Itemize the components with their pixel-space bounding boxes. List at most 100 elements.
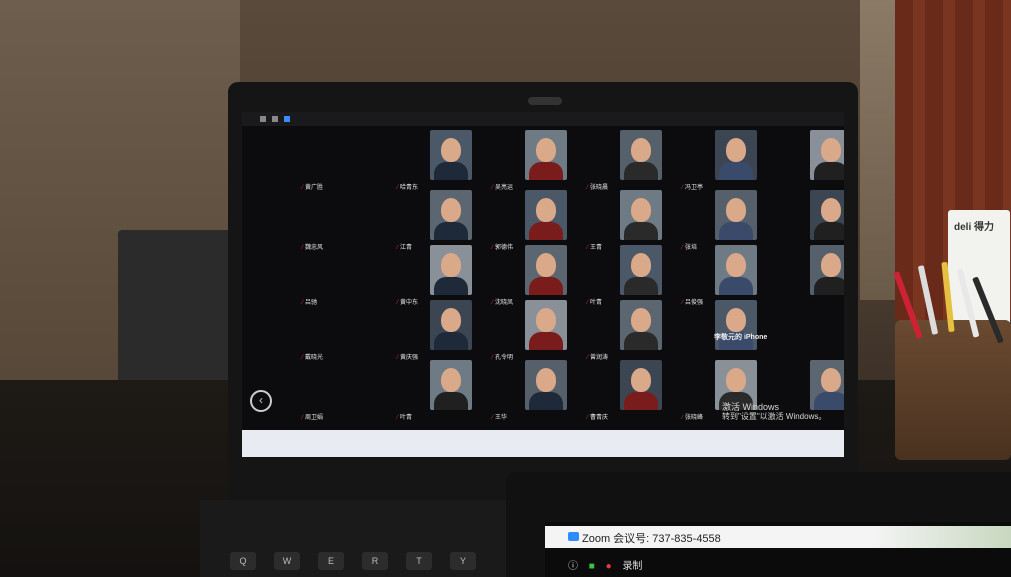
participant-video[interactable] (430, 190, 472, 240)
participant-video[interactable] (525, 130, 567, 180)
participant-body (624, 162, 658, 180)
view-icon[interactable] (272, 116, 278, 122)
mic-muted-icon: ⁄ (682, 415, 684, 421)
record-label[interactable]: 录制 (622, 561, 642, 572)
keyboard-key[interactable]: E (318, 552, 344, 570)
participant-name-text: 周卫娟 (305, 415, 324, 421)
mic-muted-icon: ⁄ (682, 185, 684, 191)
keyboard-key[interactable]: R (362, 552, 388, 570)
view-icon[interactable] (260, 116, 266, 122)
participant-name: ⁄ 曾润涛 (587, 352, 608, 361)
mic-muted-icon: ⁄ (492, 415, 494, 421)
webcam (528, 97, 562, 105)
printer (118, 230, 238, 390)
participant-name-text: 吴亮运 (495, 185, 514, 191)
participant-face (441, 198, 461, 222)
participant-name: ⁄ 吕驰 (302, 297, 317, 306)
mic-muted-icon: ⁄ (397, 300, 399, 306)
participant-name: ⁄ 周卫娟 (302, 412, 323, 421)
zoom-gallery-topbar (242, 112, 844, 126)
participant-face (631, 308, 651, 332)
participant-name: ⁄ 江青 (397, 242, 412, 251)
participant-video[interactable] (430, 245, 472, 295)
participant-name: ⁄ 张培 (682, 242, 697, 251)
mic-muted-icon: ⁄ (492, 245, 494, 251)
participant-name: ⁄ 戴晓光 (302, 352, 323, 361)
participant-video[interactable] (620, 360, 662, 410)
keyboard-key[interactable]: T (406, 552, 432, 570)
keyboard-key[interactable]: Y (450, 552, 476, 570)
participant-body (434, 392, 468, 410)
record-icon[interactable]: ● (606, 561, 612, 572)
mic-muted-icon: ⁄ (302, 415, 304, 421)
participant-name-text: 吕俊强 (685, 300, 704, 306)
laptop-keyboard: QWERTY (200, 500, 520, 577)
keyboard-key[interactable]: Q (230, 552, 256, 570)
participant-face (441, 308, 461, 332)
participant-face (536, 138, 556, 162)
mic-muted-icon: ⁄ (397, 245, 399, 251)
participant-name-text: 曹青庆 (590, 415, 609, 421)
participant-video[interactable] (430, 300, 472, 350)
participant-video[interactable] (525, 245, 567, 295)
iphone-participant-label: 李敬元的 iPhone (714, 334, 768, 341)
participant-video[interactable] (715, 245, 757, 295)
participant-video[interactable] (525, 360, 567, 410)
participant-face (441, 138, 461, 162)
windows-taskbar (242, 430, 844, 457)
deli-logo: deli 得力 (954, 222, 995, 233)
participant-face (441, 253, 461, 277)
participant-video[interactable] (715, 130, 757, 180)
participant-video[interactable] (620, 190, 662, 240)
participant-video[interactable] (810, 190, 844, 240)
participant-name: ⁄ 郭德伟 (492, 242, 513, 251)
participant-name: ⁄ 冯卫亭 (682, 182, 703, 191)
participant-face (441, 368, 461, 392)
gallery-view-icon[interactable] (284, 116, 290, 122)
mic-muted-icon: ⁄ (302, 300, 304, 306)
participant-video[interactable] (525, 300, 567, 350)
participant-name-text: 王华 (495, 415, 508, 421)
participant-name: ⁄ 叶青 (397, 412, 412, 421)
mic-muted-icon: ⁄ (492, 185, 494, 191)
participant-face (631, 198, 651, 222)
participant-face (631, 138, 651, 162)
participant-body (529, 162, 563, 180)
participant-name-text: 孔令明 (495, 355, 514, 361)
participant-name: ⁄ 曹青庆 (587, 412, 608, 421)
back-arrow-icon[interactable]: ‹ (250, 390, 272, 412)
participant-name-text: 黄广胜 (305, 185, 324, 191)
participant-name-text: 张晓峰 (685, 415, 704, 421)
participant-name-text: 江青 (400, 245, 413, 251)
participant-video[interactable] (715, 300, 757, 350)
info-icon[interactable]: ⓘ (568, 561, 578, 572)
participant-video[interactable] (430, 360, 472, 410)
lock-icon[interactable]: ■ (589, 561, 595, 572)
mic-muted-icon: ⁄ (587, 415, 589, 421)
participant-video[interactable] (810, 130, 844, 180)
participant-body (719, 222, 753, 240)
participant-face (821, 138, 841, 162)
mic-muted-icon: ⁄ (302, 355, 304, 361)
mic-muted-icon: ⁄ (587, 245, 589, 251)
participant-name-text: 叶青 (590, 300, 603, 306)
participant-name-text: 王青 (590, 245, 603, 251)
participant-name-text: 魏忠风 (305, 245, 324, 251)
participant-name-text: 张晓晨 (590, 185, 609, 191)
participant-video[interactable] (715, 190, 757, 240)
zoom-logo-icon (568, 532, 579, 541)
participant-video[interactable] (810, 245, 844, 295)
participant-body (434, 222, 468, 240)
participant-name: ⁄ 吕俊强 (682, 297, 703, 306)
participant-name-text: 吕驰 (305, 300, 318, 306)
participant-name: ⁄ 王青 (587, 242, 602, 251)
participant-body (624, 332, 658, 350)
participant-video[interactable] (525, 190, 567, 240)
participant-video[interactable] (620, 300, 662, 350)
participant-face (726, 138, 746, 162)
participant-video[interactable] (620, 245, 662, 295)
participant-video[interactable] (620, 130, 662, 180)
participant-face (631, 253, 651, 277)
keyboard-key[interactable]: W (274, 552, 300, 570)
participant-video[interactable] (430, 130, 472, 180)
